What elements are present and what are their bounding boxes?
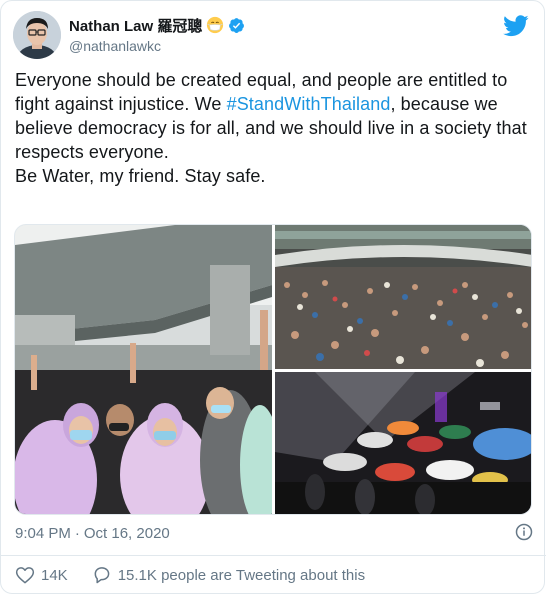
tweet-date[interactable]: Oct 16, 2020	[84, 525, 170, 542]
photo-crowd-plaza[interactable]	[275, 225, 531, 369]
mask-face-emoji-icon	[207, 16, 224, 34]
tweet-meta: 9:04 PM · Oct 16, 2020	[15, 523, 533, 543]
tweet-paragraph-1: Everyone should be created equal, and pe…	[15, 68, 530, 164]
photo-umbrellas-night[interactable]	[275, 372, 531, 514]
tweet-actions: 14K 15.1K people are Tweeting about this	[15, 564, 365, 586]
tweet-card: Nathan Law 羅冠聰 @nathanlawkc Everyone sho…	[0, 0, 546, 594]
conversation-text: 15.1K people are Tweeting about this	[117, 566, 366, 584]
hashtag-link[interactable]: #StandWithThailand	[227, 94, 391, 114]
author-display-name[interactable]: Nathan Law 羅冠聰	[69, 15, 202, 36]
media-grid	[14, 224, 532, 515]
tweet-header: Nathan Law 羅冠聰 @nathanlawkc	[13, 11, 533, 61]
tweet-paragraph-2: Be Water, my friend. Stay safe.	[15, 166, 266, 186]
like-button[interactable]: 14K	[15, 565, 68, 585]
like-count: 14K	[41, 566, 68, 584]
photo-protesters-raincoats[interactable]	[15, 225, 272, 514]
twitter-bird-icon[interactable]	[503, 15, 529, 37]
author-block[interactable]: Nathan Law 羅冠聰 @nathanlawkc	[69, 15, 245, 54]
info-icon[interactable]	[515, 523, 533, 541]
speech-bubble-icon	[94, 567, 110, 584]
tweet-body: Everyone should be created equal, and pe…	[15, 68, 530, 188]
tweet-time[interactable]: 9:04 PM	[15, 525, 71, 542]
verified-badge-icon	[229, 17, 245, 33]
divider	[1, 555, 546, 556]
avatar[interactable]	[13, 11, 61, 59]
heart-icon	[15, 567, 35, 584]
author-handle[interactable]: @nathanlawkc	[69, 38, 245, 54]
meta-separator: ·	[74, 524, 80, 542]
conversation-link[interactable]: 15.1K people are Tweeting about this	[92, 565, 365, 585]
